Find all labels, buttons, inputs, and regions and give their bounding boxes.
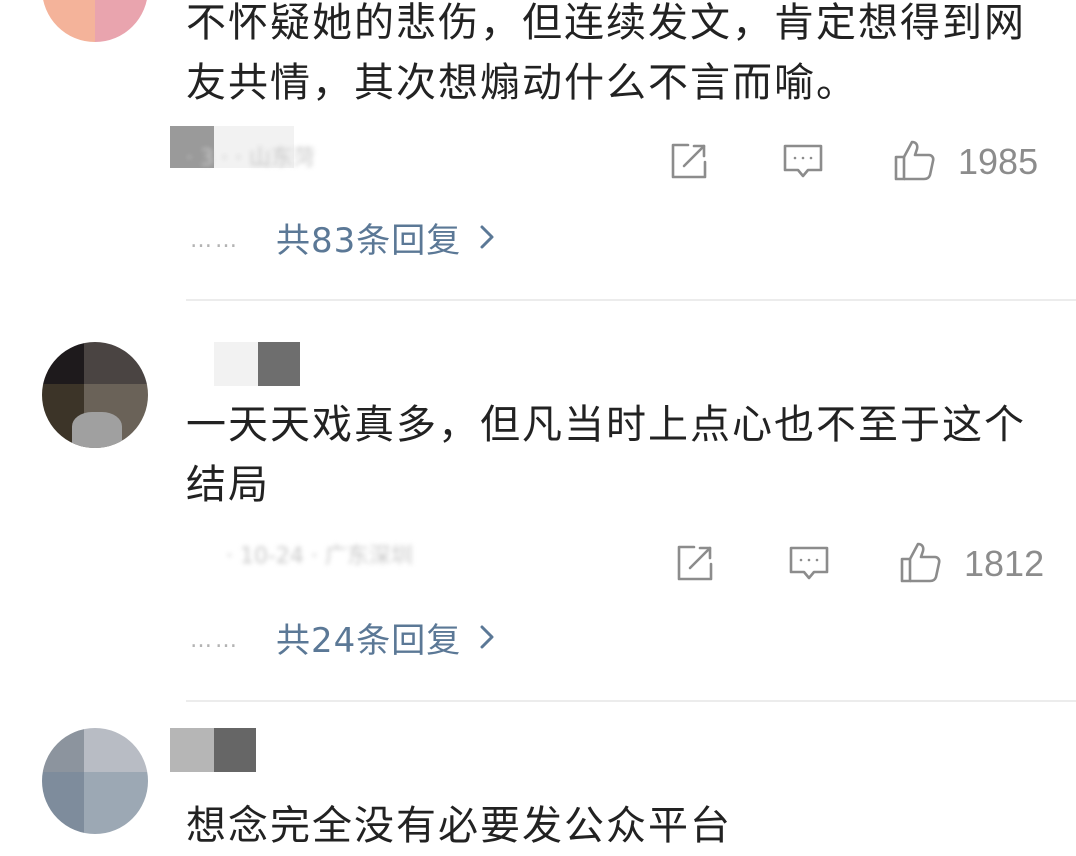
view-replies-link[interactable]: …… 共24条回复	[190, 612, 497, 662]
like-count: 1812	[964, 543, 1045, 584]
view-replies-link[interactable]: …… 共83条回复	[190, 212, 497, 262]
avatar[interactable]	[42, 728, 148, 834]
username-blurred[interactable]	[214, 342, 304, 386]
avatar[interactable]	[42, 0, 148, 42]
thumbs-up-icon[interactable]	[892, 138, 938, 184]
comment-action-bar: · 10-24 · 广东深圳 1812	[0, 532, 1076, 592]
chevron-right-icon	[480, 625, 494, 649]
comment-item: 不怀疑她的悲伤，但连续发文，肯定想得到网友共情，其次想煽动什么不言而喻。 · 3…	[0, 0, 1076, 300]
avatar[interactable]	[42, 342, 148, 448]
username-blurred[interactable]	[170, 728, 260, 772]
comment-icon[interactable]	[786, 540, 832, 586]
comment-meta: · 3 · · 山东菏	[186, 146, 315, 171]
comment-meta: · 10-24 · 广东深圳	[226, 544, 413, 569]
comment-item: 想念完全没有必要发公众平台	[0, 700, 1076, 849]
reply-dots: ……	[190, 627, 240, 653]
reply-count: 共83条回复	[276, 220, 462, 261]
comment-text: 一天天戏真多，但凡当时上点心也不至于这个结局	[186, 402, 1026, 508]
reply-count: 共24条回复	[276, 620, 462, 661]
share-icon[interactable]	[666, 138, 712, 184]
comment-item: 一天天戏真多，但凡当时上点心也不至于这个结局 · 10-24 · 广东深圳 18…	[0, 300, 1076, 700]
comment-icon[interactable]	[780, 138, 826, 184]
reply-dots: ……	[190, 227, 240, 253]
comment-text: 想念完全没有必要发公众平台	[186, 803, 732, 849]
thumbs-up-icon[interactable]	[898, 540, 944, 586]
comment-action-bar: · 3 · · 山东菏 1985	[0, 126, 1076, 190]
chevron-right-icon	[480, 225, 494, 249]
share-icon[interactable]	[672, 540, 718, 586]
like-count: 1985	[958, 141, 1039, 182]
comment-text: 不怀疑她的悲伤，但连续发文，肯定想得到网友共情，其次想煽动什么不言而喻。	[186, 0, 1026, 106]
